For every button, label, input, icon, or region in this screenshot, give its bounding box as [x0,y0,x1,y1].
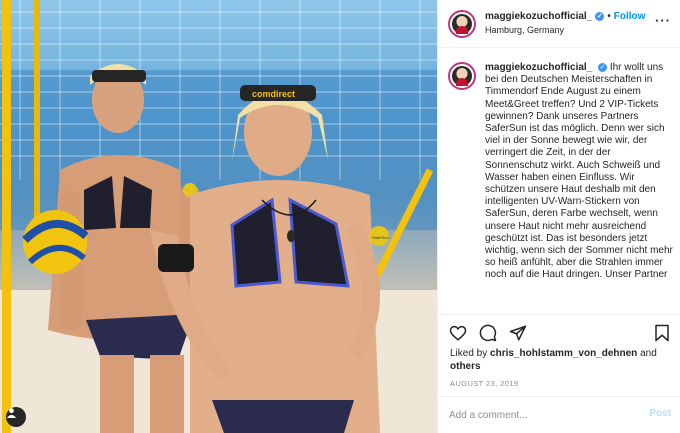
verified-badge-icon: ✓ [598,62,608,72]
comment-icon[interactable] [479,324,497,342]
post-header: maggiekozuchofficial_ ✓ • Follow Hamburg, G… [438,0,680,48]
avatar[interactable] [448,10,476,38]
likes-conjunction: and [640,348,657,359]
comment-bar: Post [438,396,680,433]
follow-button[interactable]: Follow [614,11,646,22]
more-options-icon[interactable]: ··· [655,13,671,28]
action-bar [438,314,680,350]
post-date[interactable]: AUGUST 23, 2019 [450,379,518,388]
username-link[interactable]: maggiekozuchofficial_ [485,11,592,22]
post-photo[interactable]: comdirect SaferSun [0,0,437,433]
header-user-row: maggiekozuchofficial_ ✓ • Follow [485,11,645,22]
verified-badge-icon: ✓ [595,11,605,21]
caption-text: Ihr wollt uns bei den Deutschen Meisters… [485,62,673,281]
sticker-text: SaferSun [372,235,389,240]
caption: maggiekozuchofficial_ ✓ Ihr wollt uns be… [448,62,674,314]
comment-input[interactable] [449,407,639,423]
beach-volleyball-photo: comdirect SaferSun [0,0,437,433]
likes-summary: Liked by chris_hohlstamm_von_dehnen and … [450,347,676,373]
liker-username-link[interactable]: chris_hohlstamm_von_dehnen [490,348,637,359]
location-link[interactable]: Hamburg, Germany [485,25,564,35]
post-comment-button[interactable]: Post [649,408,671,419]
caption-username-link[interactable]: maggiekozuchofficial_ [485,62,592,73]
caption-avatar[interactable] [448,62,476,90]
heart-icon[interactable] [449,324,467,342]
separator-dot: • [607,11,611,22]
tagged-user-icon[interactable] [6,407,26,427]
caption-body: maggiekozuchofficial_ ✓ Ihr wollt uns be… [448,62,674,282]
likes-others-link[interactable]: others [450,361,481,372]
headband-text: comdirect [252,89,295,99]
bookmark-icon[interactable] [653,324,671,342]
post-side-panel: maggiekozuchofficial_ ✓ • Follow Hamburg, G… [437,0,680,433]
share-icon[interactable] [509,324,527,342]
likes-prefix: Liked by [450,348,488,359]
